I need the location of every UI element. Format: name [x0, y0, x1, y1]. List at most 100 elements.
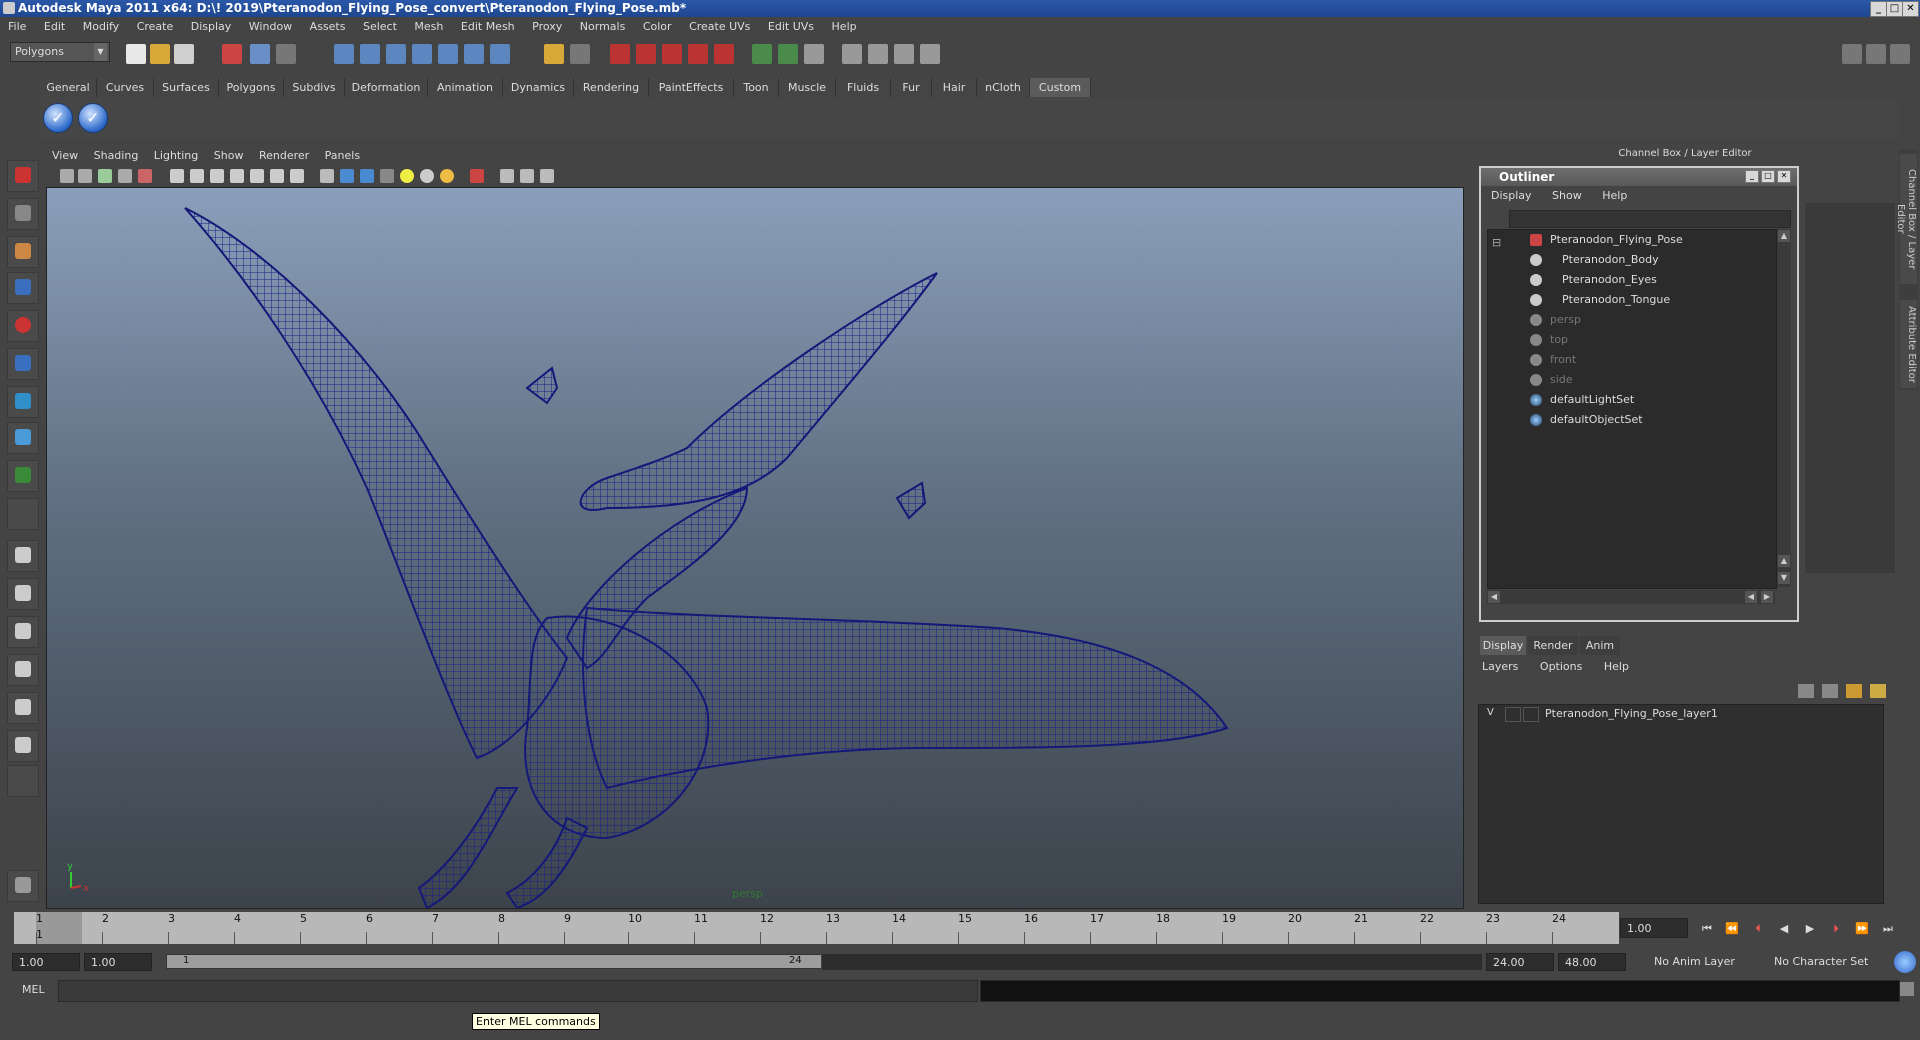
outliner-item[interactable]: persp — [1530, 311, 1581, 329]
grid-toggle-icon[interactable] — [138, 169, 152, 183]
shelf-tab-muscle[interactable]: Muscle — [779, 78, 836, 97]
play-forwards-icon[interactable]: ▶ — [1800, 922, 1820, 936]
scroll-down-icon[interactable]: ▼ — [1778, 572, 1790, 584]
layer-tab-anim[interactable]: Anim — [1580, 636, 1620, 655]
select-component-icon[interactable] — [276, 44, 296, 64]
outliner-menu-display[interactable]: Display — [1481, 187, 1539, 202]
viewport-menu-lighting[interactable]: Lighting — [148, 148, 204, 162]
toggle-tool-settings-icon[interactable] — [1890, 44, 1910, 64]
layer-visibility-toggle[interactable]: V — [1487, 707, 1494, 718]
shelf-tab-fur[interactable]: Fur — [891, 78, 932, 97]
outliner-item[interactable]: defaultObjectSet — [1530, 411, 1643, 429]
outliner-item[interactable]: side — [1530, 371, 1573, 389]
shelf-tab-surfaces[interactable]: Surfaces — [154, 78, 219, 97]
outliner-item[interactable]: Pteranodon_Tongue — [1530, 291, 1670, 309]
menu-color[interactable]: Color — [635, 17, 678, 33]
layer-menu-options[interactable]: Options — [1528, 658, 1588, 673]
anim-layer-dropdown[interactable]: No Anim Layer — [1648, 953, 1756, 971]
image-plane-icon[interactable] — [118, 169, 132, 183]
viewport-menu-renderer[interactable]: Renderer — [253, 148, 315, 162]
persp-outliner-layout-icon[interactable] — [7, 616, 39, 648]
persp-graph-layout-icon[interactable] — [7, 654, 39, 686]
step-back-frame-icon[interactable]: ⏪ — [1722, 922, 1742, 936]
custom-shelf-button-2[interactable]: ✓ — [78, 103, 108, 133]
resolution-gate-icon[interactable] — [190, 169, 204, 183]
select-hierarchy-icon[interactable] — [222, 44, 242, 64]
outliner-maximize-icon[interactable]: □ — [1761, 170, 1775, 183]
layer-menu-layers[interactable]: Layers — [1470, 658, 1524, 673]
shelf-tab-fluids[interactable]: Fluids — [836, 78, 891, 97]
help-icon[interactable] — [490, 44, 510, 64]
auto-key-icon[interactable] — [1894, 951, 1916, 973]
menu-proxy[interactable]: Proxy — [524, 17, 568, 33]
menu-edit-uvs[interactable]: Edit UVs — [760, 17, 820, 33]
scroll-left-icon[interactable]: ◀ — [1745, 591, 1757, 603]
menu-create[interactable]: Create — [129, 17, 180, 33]
snap-point-icon[interactable] — [386, 44, 406, 64]
shelf-tab-painteffects[interactable]: PaintEffects — [649, 78, 734, 97]
magnet-point-icon[interactable] — [662, 44, 682, 64]
snap-plane-icon[interactable] — [412, 44, 432, 64]
current-time-field[interactable]: 1.00 — [1620, 918, 1688, 938]
menu-edit[interactable]: Edit — [36, 17, 71, 33]
move-layer-up-icon[interactable] — [1798, 684, 1814, 698]
snap-grid-icon[interactable] — [334, 44, 354, 64]
textured-icon[interactable] — [380, 169, 394, 183]
menu-display[interactable]: Display — [183, 17, 238, 33]
save-scene-icon[interactable] — [174, 44, 194, 64]
viewport-menu-shading[interactable]: Shading — [88, 148, 145, 162]
close-icon[interactable]: ✕ — [1902, 1, 1919, 17]
scroll-right-icon[interactable]: ▶ — [1761, 591, 1773, 603]
lock-icon[interactable] — [544, 44, 564, 64]
new-layer-selected-icon[interactable] — [1870, 684, 1886, 698]
new-layer-icon[interactable] — [1846, 684, 1862, 698]
soft-modification-tool[interactable] — [7, 422, 39, 454]
move-layer-down-icon[interactable] — [1822, 684, 1838, 698]
text-overlay-icon[interactable] — [290, 169, 304, 183]
menu-set-dropdown[interactable]: Polygons ▼ — [10, 42, 110, 62]
render-current-icon[interactable] — [752, 44, 772, 64]
open-scene-icon[interactable] — [150, 44, 170, 64]
maximize-icon[interactable]: □ — [1886, 1, 1903, 17]
gate-mask-icon[interactable] — [210, 169, 224, 183]
layer-menu-help[interactable]: Help — [1592, 658, 1635, 673]
go-to-start-icon[interactable]: ⏮ — [1697, 922, 1717, 936]
camera-attributes-icon[interactable] — [78, 169, 92, 183]
scroll-up-icon[interactable]: ▲ — [1778, 555, 1790, 567]
smooth-shade-icon[interactable] — [340, 169, 354, 183]
outliner-item[interactable]: front — [1530, 351, 1576, 369]
range-slider[interactable]: 1 24 — [166, 954, 821, 969]
toggle-attribute-editor-icon[interactable] — [1866, 44, 1886, 64]
shelf-tab-ncloth[interactable]: nCloth — [977, 78, 1030, 97]
menu-help[interactable]: Help — [824, 17, 863, 33]
outliner-item[interactable]: defaultLightSet — [1530, 391, 1634, 409]
snap-surface-icon[interactable] — [438, 44, 458, 64]
new-scene-icon[interactable] — [126, 44, 146, 64]
shelf-tab-subdivs[interactable]: Subdivs — [284, 78, 345, 97]
play-backwards-icon[interactable]: ◀ — [1774, 922, 1794, 936]
menu-mesh[interactable]: Mesh — [406, 17, 449, 33]
xray-active-icon[interactable] — [540, 169, 554, 183]
outliner-filter-input[interactable] — [1509, 210, 1791, 228]
go-to-end-icon[interactable]: ⏭ — [1878, 922, 1898, 936]
outliner-vertical-scrollbar[interactable]: ▲ ▲ ▼ — [1777, 229, 1791, 587]
field-chart-icon[interactable] — [230, 169, 244, 183]
collapse-layout-icon[interactable] — [7, 765, 39, 797]
character-set-dropdown[interactable]: No Character Set — [1768, 953, 1878, 971]
rotate-tool[interactable] — [7, 310, 39, 342]
xray-icon[interactable] — [500, 169, 514, 183]
all-lights-icon[interactable] — [420, 169, 434, 183]
outliner-minimize-icon[interactable]: _ — [1745, 170, 1759, 183]
show-manipulator-tool[interactable] — [7, 460, 39, 492]
layer-row[interactable]: V Pteranodon_Flying_Pose_layer1 — [1479, 705, 1883, 723]
ipr-render-icon[interactable] — [778, 44, 798, 64]
shelf-tab-general[interactable]: General — [40, 78, 97, 97]
magnet-curve-icon[interactable] — [636, 44, 656, 64]
hypershade-layout-icon[interactable] — [7, 692, 39, 724]
input-ops-icon[interactable] — [570, 44, 590, 64]
step-back-key-icon[interactable]: ⏴ — [1748, 922, 1768, 936]
shelf-tab-curves[interactable]: Curves — [97, 78, 154, 97]
last-used-tool[interactable] — [7, 498, 39, 530]
outliner-close-icon[interactable]: ✕ — [1777, 170, 1791, 183]
scale-tool[interactable] — [7, 348, 39, 380]
